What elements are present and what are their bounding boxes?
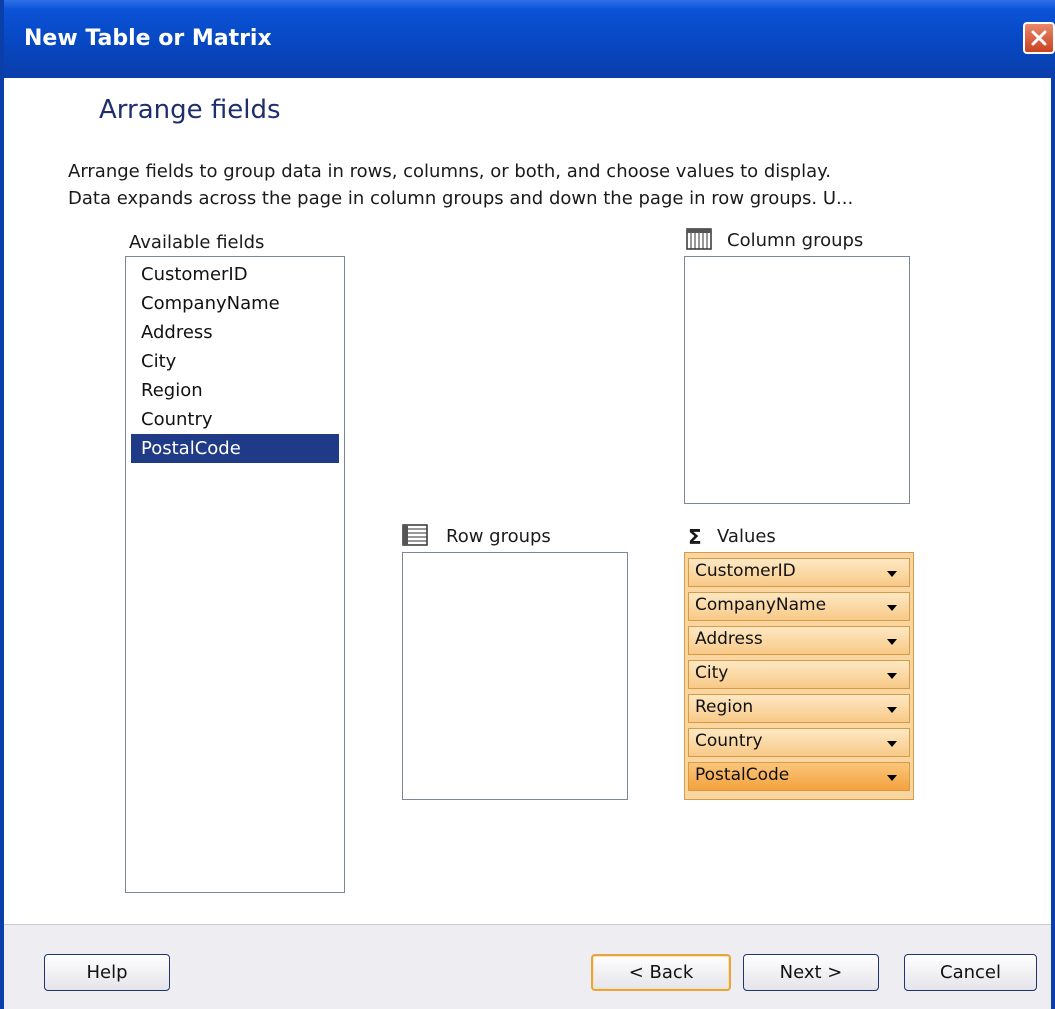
column-groups-list[interactable] [684,256,910,504]
value-item-active[interactable]: PostalCode [688,762,910,791]
help-button[interactable]: Help [44,954,170,991]
value-dropdown-button[interactable] [873,729,909,756]
button-bar: Help < Back Next > Cancel [4,925,1051,1009]
chevron-down-icon [887,741,897,747]
column-groups-label: Column groups [727,230,864,251]
dialog-content: Arrange fields Arrange fields to group d… [4,78,1051,924]
available-field-item[interactable]: Region [131,376,339,405]
chevron-down-icon [887,605,897,611]
value-item-label: Region [695,697,754,717]
description-line-1: Arrange fields to group data in rows, co… [68,161,831,182]
value-item-label: CompanyName [695,595,827,615]
value-dropdown-button[interactable] [873,763,909,790]
available-field-item[interactable]: CustomerID [131,260,339,289]
page-heading: Arrange fields [99,95,281,125]
next-button[interactable]: Next > [743,954,879,991]
available-field-item[interactable]: CompanyName [131,289,339,318]
dialog-window: New Table or Matrix Arrange fields Arran… [0,0,1055,1009]
value-item[interactable]: City [688,660,910,689]
chevron-down-icon [887,775,897,781]
close-button[interactable] [1023,22,1055,54]
window-title: New Table or Matrix [24,26,272,51]
value-item-label: Country [695,731,763,751]
sigma-icon: Σ [688,525,702,549]
back-button[interactable]: < Back [591,954,731,991]
value-dropdown-button[interactable] [873,627,909,654]
value-dropdown-button[interactable] [873,695,909,722]
value-dropdown-button[interactable] [873,593,909,620]
value-item[interactable]: CompanyName [688,592,910,621]
description-line-2: Data expands across the page in column g… [68,188,854,209]
available-field-item[interactable]: Address [131,318,339,347]
chevron-down-icon [887,673,897,679]
value-item-label: CustomerID [695,561,796,581]
title-bar[interactable]: New Table or Matrix [4,0,1055,78]
value-item[interactable]: CustomerID [688,558,910,587]
value-dropdown-button[interactable] [873,559,909,586]
value-item-label: PostalCode [695,765,790,785]
chevron-down-icon [887,571,897,577]
cancel-button[interactable]: Cancel [904,954,1037,991]
close-icon [1031,30,1047,46]
available-fields-label: Available fields [129,232,265,253]
value-item-label: Address [695,629,763,649]
available-field-item[interactable]: City [131,347,339,376]
chevron-down-icon [887,639,897,645]
value-dropdown-button[interactable] [873,661,909,688]
chevron-down-icon [887,707,897,713]
row-groups-list[interactable] [402,552,628,800]
available-field-item[interactable]: Country [131,405,339,434]
values-label: Values [717,526,776,547]
value-item[interactable]: Region [688,694,910,723]
available-field-item-selected[interactable]: PostalCode [131,434,339,463]
column-groups-icon [686,228,712,250]
row-groups-icon [402,524,428,546]
value-item-label: City [695,663,729,683]
value-item[interactable]: Country [688,728,910,757]
available-fields-list[interactable]: CustomerID CompanyName Address City Regi… [125,256,345,893]
row-groups-label: Row groups [446,526,551,547]
values-list[interactable]: CustomerID CompanyName Address City Regi… [684,552,914,800]
value-item[interactable]: Address [688,626,910,655]
